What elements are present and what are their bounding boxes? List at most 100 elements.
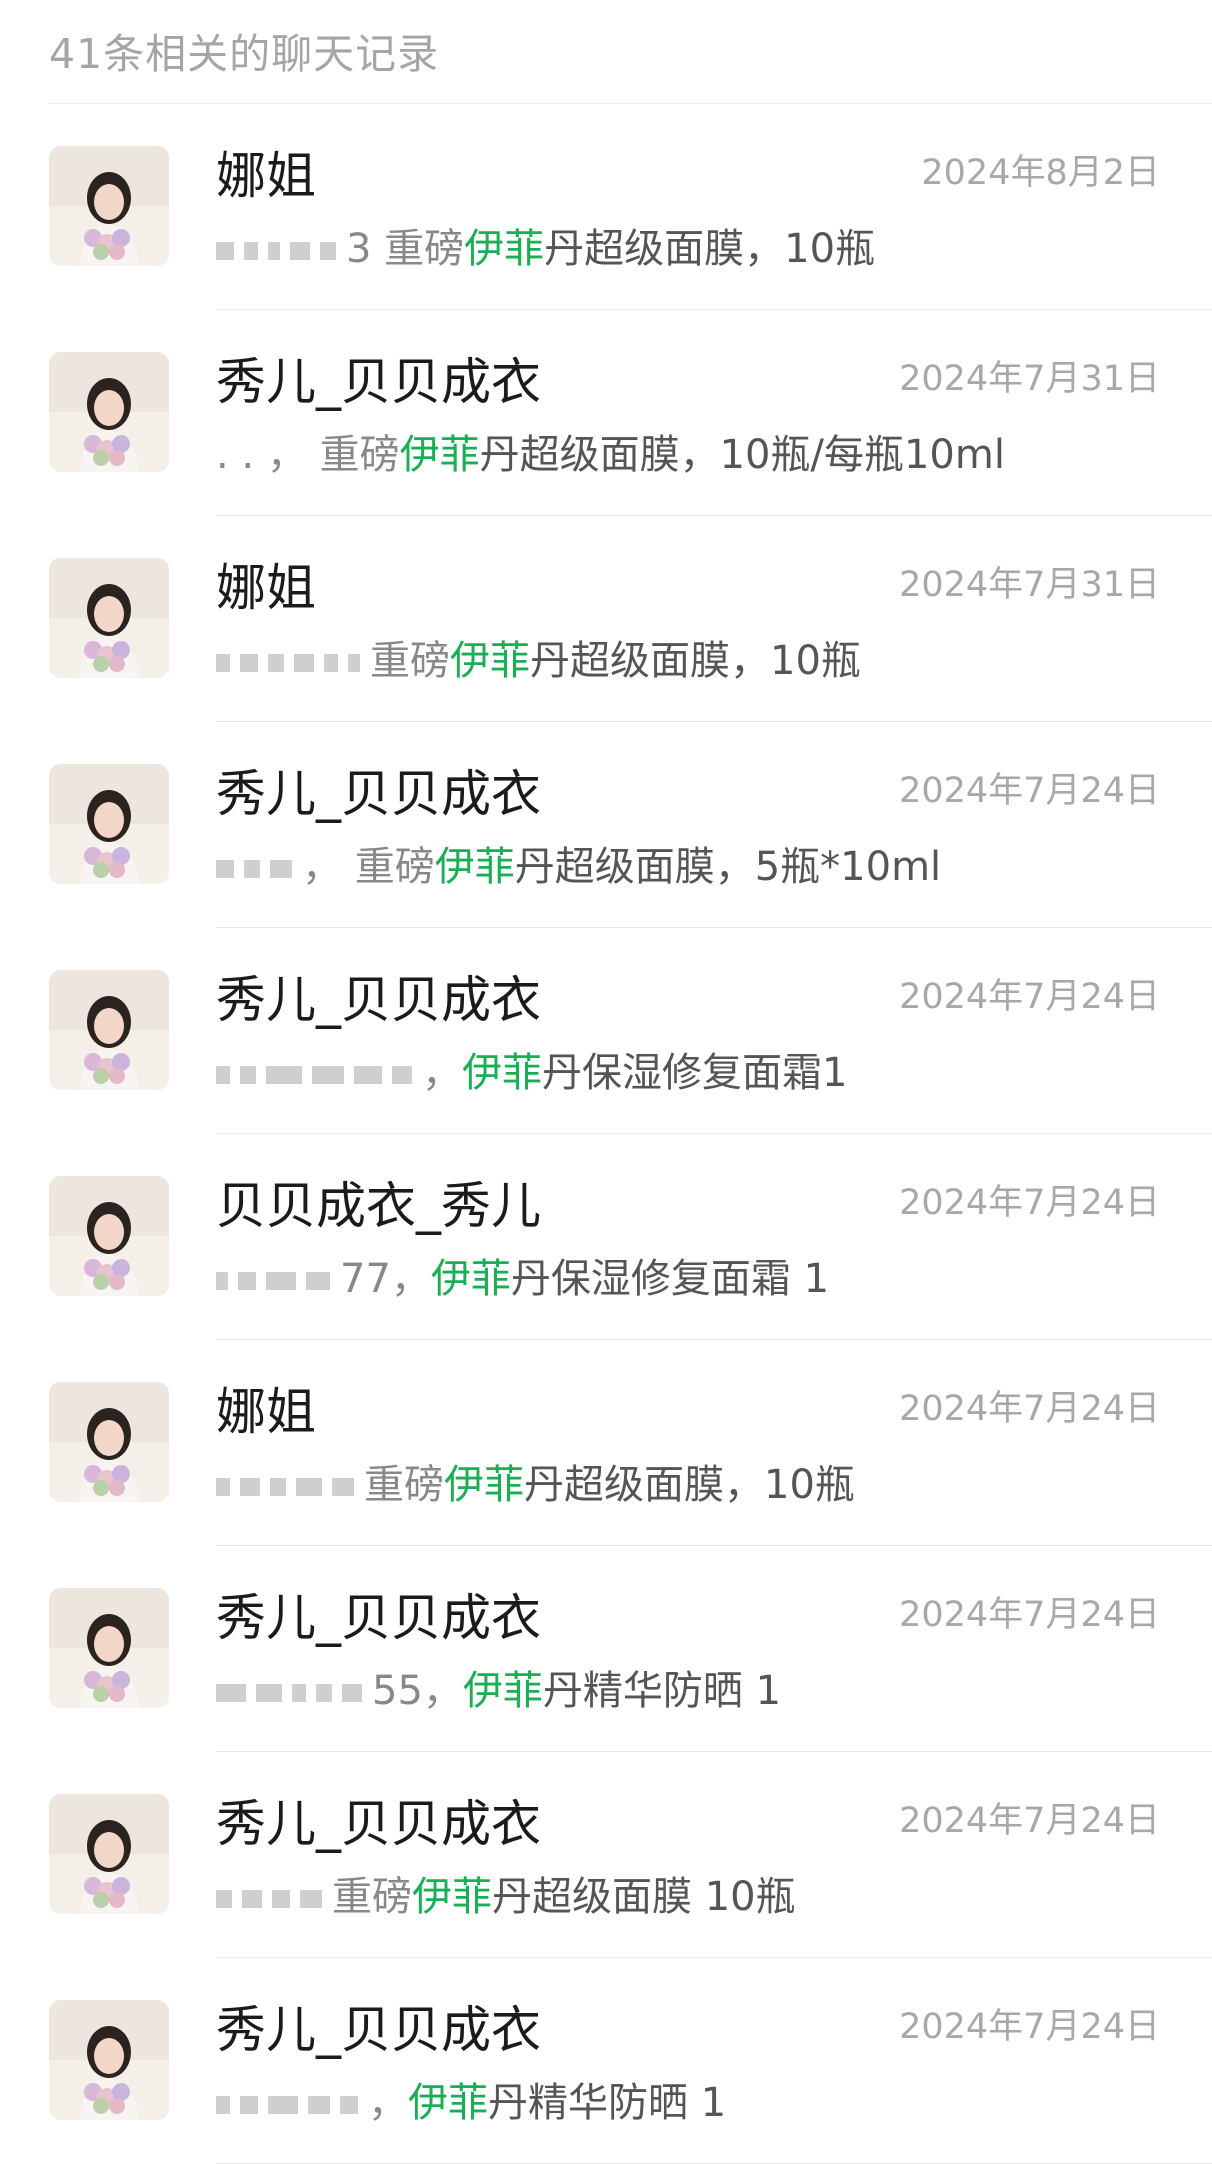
redacted-block	[240, 1066, 256, 1084]
snippet-suffix: 丹精华防晒 1	[488, 2080, 727, 2126]
contact-name: 娜姐	[216, 147, 316, 205]
message-snippet: 重磅伊菲丹超级面膜 10瓶	[216, 1864, 796, 1922]
avatar[interactable]	[49, 2000, 169, 2120]
avatar[interactable]	[49, 146, 169, 266]
redacted-block	[392, 1066, 412, 1084]
avatar[interactable]	[49, 764, 169, 884]
redacted-block	[240, 1478, 260, 1496]
redacted-block	[320, 242, 336, 260]
contact-name: 秀儿_贝贝成衣	[216, 971, 541, 1029]
snippet-prefix: 55，	[372, 1668, 463, 1714]
redacted-block	[348, 654, 360, 672]
redacted-block	[296, 1478, 322, 1496]
redacted-block	[312, 1066, 344, 1084]
redacted-block	[242, 1890, 262, 1908]
message-snippet: 55， 伊菲丹精华防晒 1	[216, 1658, 781, 1716]
redacted-block	[216, 1890, 232, 1908]
avatar[interactable]	[49, 970, 169, 1090]
snippet-prefix: ，	[368, 2080, 408, 2126]
message-snippet: 重磅伊菲丹超级面膜，10瓶	[216, 1452, 855, 1510]
snippet-suffix: 丹超级面膜，10瓶/每瓶10ml	[479, 432, 1005, 478]
contact-name: 娜姐	[216, 559, 316, 617]
snippet-suffix: 丹超级面膜，5瓶*10ml	[514, 844, 942, 890]
redacted-block	[240, 654, 258, 672]
avatar[interactable]	[49, 352, 169, 472]
snippet-suffix: 丹保湿修复面霜1	[542, 1050, 848, 1096]
snippet-prefix: 重磅	[364, 1462, 444, 1508]
redacted-block	[272, 1890, 290, 1908]
search-keyword-highlight: 伊菲	[444, 1462, 524, 1508]
redacted-block	[324, 654, 338, 672]
search-keyword-highlight: 伊菲	[462, 1668, 543, 1714]
redacted-block	[342, 1684, 362, 1702]
redacted-block	[216, 860, 234, 878]
redacted-block	[266, 1066, 302, 1084]
message-date: 2024年7月24日	[899, 1595, 1160, 1635]
chat-record-item[interactable]: 秀儿_贝贝成衣 2024年7月24日 ， 伊菲丹精华防晒 1	[0, 1958, 1212, 2164]
snippet-prefix: 77，	[340, 1256, 431, 1302]
snippet-prefix: 重磅	[370, 638, 450, 684]
contact-name: 秀儿_贝贝成衣	[216, 1795, 541, 1853]
search-keyword-highlight: 伊菲	[434, 844, 515, 890]
message-snippet: 重磅伊菲丹超级面膜，10瓶	[216, 628, 861, 686]
redacted-block	[268, 2096, 298, 2114]
redacted-block	[292, 1684, 306, 1702]
chat-record-item[interactable]: 娜姐 2024年7月24日重磅伊菲丹超级面膜，10瓶	[0, 1340, 1212, 1546]
message-date: 2024年7月24日	[899, 1389, 1160, 1429]
snippet-suffix: 丹保湿修复面霜 1	[510, 1256, 830, 1302]
message-snippet: ， 重磅伊菲丹超级面膜，5瓶*10ml	[216, 834, 941, 892]
chat-record-item[interactable]: 娜姐 2024年8月2日 3 重磅伊菲丹超级面膜，10瓶	[0, 104, 1212, 310]
chat-record-item[interactable]: 秀儿_贝贝成衣 2024年7月24日 55， 伊菲丹精华防晒 1	[0, 1546, 1212, 1752]
chat-record-item[interactable]: 秀儿_贝贝成衣 2024年7月24日 ， 重磅伊菲丹超级面膜，5瓶*10ml	[0, 722, 1212, 928]
contact-name: 娜姐	[216, 1383, 316, 1441]
redacted-block	[270, 860, 292, 878]
redacted-block	[316, 1684, 332, 1702]
redacted-block	[354, 1066, 382, 1084]
search-keyword-highlight: 伊菲	[408, 2080, 488, 2126]
search-keyword-highlight: 伊菲	[412, 1874, 492, 1920]
chat-record-list: 娜姐 2024年8月2日 3 重磅伊菲丹超级面膜，10瓶 秀儿_贝贝成衣 2024年7…	[0, 104, 1212, 2164]
avatar[interactable]	[49, 558, 169, 678]
redacted-block	[270, 1478, 286, 1496]
search-keyword-highlight: 伊菲	[450, 638, 530, 684]
redacted-block	[268, 654, 284, 672]
avatar[interactable]	[49, 1588, 169, 1708]
avatar[interactable]	[49, 1794, 169, 1914]
search-keyword-highlight: 伊菲	[399, 432, 480, 478]
search-keyword-highlight: 伊菲	[430, 1256, 511, 1302]
chat-record-item[interactable]: 秀儿_贝贝成衣 2024年7月24日 ， 伊菲丹保湿修复面霜1	[0, 928, 1212, 1134]
avatar[interactable]	[49, 1382, 169, 1502]
chat-record-item[interactable]: 秀儿_贝贝成衣 2024年7月31日 . . ， 重磅伊菲丹超级面膜，10瓶/每瓶1…	[0, 310, 1212, 516]
search-result-count: 41条相关的聊天记录	[49, 30, 440, 78]
redacted-block	[300, 1890, 322, 1908]
redacted-block	[340, 2096, 358, 2114]
redacted-block	[290, 242, 310, 260]
message-date: 2024年7月24日	[899, 1801, 1160, 1841]
chat-record-item[interactable]: 秀儿_贝贝成衣 2024年7月24日重磅伊菲丹超级面膜 10瓶	[0, 1752, 1212, 1958]
avatar[interactable]	[49, 1176, 169, 1296]
redacted-block	[216, 1272, 228, 1290]
chat-record-item[interactable]: 贝贝成衣_秀儿 2024年7月24日 77， 伊菲丹保湿修复面霜 1	[0, 1134, 1212, 1340]
snippet-suffix: 丹超级面膜，10瓶	[544, 226, 876, 272]
message-snippet: ， 伊菲丹保湿修复面霜1	[216, 1040, 847, 1098]
redacted-block	[244, 860, 260, 878]
snippet-suffix: 丹超级面膜，10瓶	[524, 1462, 855, 1508]
message-snippet: ， 伊菲丹精华防晒 1	[216, 2070, 726, 2128]
redacted-block	[332, 1478, 354, 1496]
redacted-block	[216, 2096, 230, 2114]
snippet-prefix: ，	[422, 1050, 462, 1096]
search-keyword-highlight: 伊菲	[464, 226, 545, 272]
snippet-prefix: ， 重磅	[302, 844, 435, 890]
redacted-block	[266, 1272, 296, 1290]
redacted-block	[240, 2096, 258, 2114]
redacted-block	[216, 1684, 246, 1702]
redacted-block	[216, 654, 230, 672]
redacted-block	[216, 1066, 230, 1084]
redacted-block	[308, 2096, 330, 2114]
redacted-block	[244, 242, 258, 260]
contact-name: 贝贝成衣_秀儿	[216, 1177, 541, 1235]
redacted-block	[294, 654, 314, 672]
message-date: 2024年7月24日	[899, 771, 1160, 811]
chat-record-item[interactable]: 娜姐 2024年7月31日 重磅伊菲丹超级面膜，10瓶	[0, 516, 1212, 722]
snippet-prefix: . . ， 重磅	[216, 432, 400, 478]
